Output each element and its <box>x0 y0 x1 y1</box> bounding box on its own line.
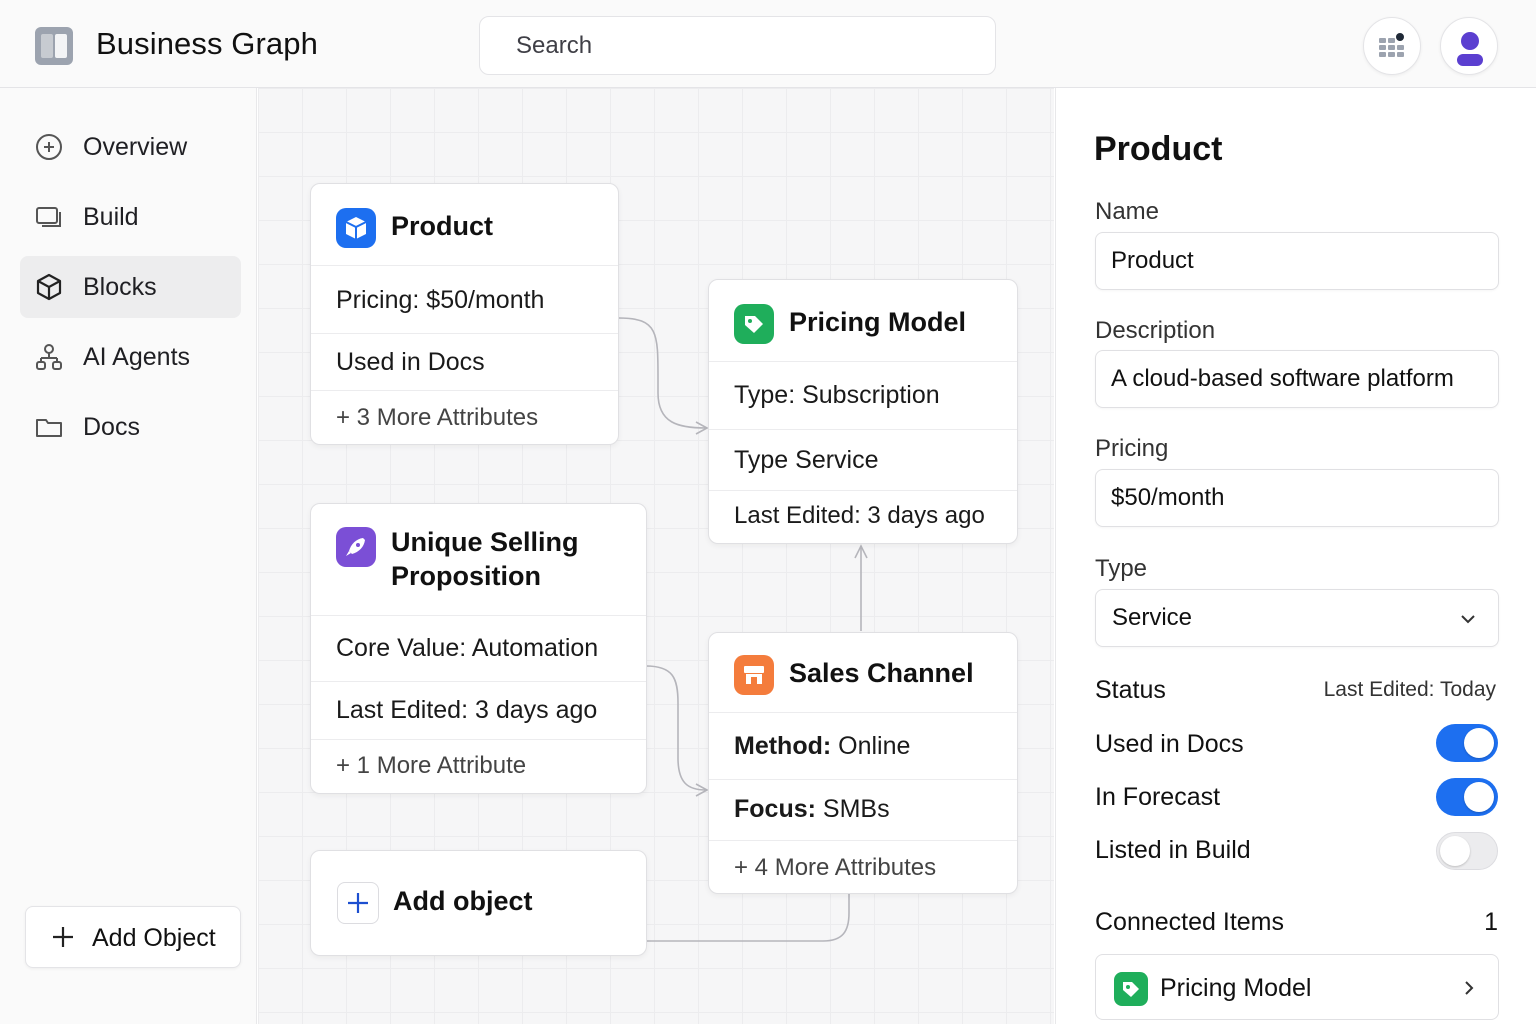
chevron-right-icon <box>1465 981 1474 995</box>
card-attribute: Pricing: $50/month <box>311 266 618 334</box>
properties-panel: Product Name Description Pricing Type Se… <box>1055 88 1536 1024</box>
pricing-model-card[interactable]: Pricing Model Type: Subscription Type Se… <box>708 279 1018 544</box>
description-label: Description <box>1095 317 1216 344</box>
name-field[interactable] <box>1095 232 1499 290</box>
more-attributes-link[interactable]: + 4 More Attributes <box>709 841 1017 893</box>
app-title: Business Graph <box>96 26 318 61</box>
sidebar-item-label: AI Agents <box>83 342 191 371</box>
toggle-label: In Forecast <box>1095 783 1221 811</box>
add-object-button[interactable]: Add Object <box>25 906 241 968</box>
sidebar-item-docs[interactable]: Docs <box>20 396 241 458</box>
card-title: Sales Channel <box>789 658 974 688</box>
product-box-icon <box>336 208 376 248</box>
usp-card[interactable]: Unique Selling Proposition Core Value: A… <box>310 503 647 794</box>
listed-in-build-toggle[interactable] <box>1436 832 1498 870</box>
card-title: Add object <box>393 886 533 916</box>
type-label: Type <box>1095 555 1148 582</box>
product-card[interactable]: Product Pricing: $50/month Used in Docs … <box>310 183 619 445</box>
name-label: Name <box>1095 198 1160 225</box>
card-title: Product <box>391 211 494 241</box>
card-attribute: Focus: SMBs <box>709 780 1017 841</box>
connected-items-label: Connected Items <box>1095 908 1284 936</box>
sidebar: Overview Build Blocks AI Agents Docs Add… <box>0 88 257 1024</box>
pricing-field[interactable] <box>1095 469 1499 527</box>
card-attribute: Last Edited: 3 days ago <box>311 682 646 740</box>
sidebar-item-label: Overview <box>83 132 188 161</box>
card-attribute: Type Service <box>709 430 1017 491</box>
add-plus-button[interactable] <box>337 882 379 924</box>
tag-icon <box>734 304 774 344</box>
apps-grid-button[interactable] <box>1363 17 1421 75</box>
rocket-icon <box>336 527 376 567</box>
sidebar-item-build[interactable]: Build <box>20 186 241 248</box>
toggle-label: Listed in Build <box>1095 836 1251 864</box>
connected-items-count: 1 <box>1484 908 1498 936</box>
top-bar: Business Graph <box>0 0 1536 88</box>
app-logo-icon[interactable] <box>35 27 73 65</box>
tag-icon <box>1114 972 1148 1006</box>
plus-circle-icon <box>36 134 62 160</box>
sidebar-item-ai-agents[interactable]: AI Agents <box>20 326 241 388</box>
status-label: Status <box>1095 676 1166 704</box>
sidebar-item-label: Build <box>83 202 139 231</box>
used-in-docs-toggle[interactable] <box>1436 724 1498 762</box>
card-title: Pricing Model <box>789 307 967 337</box>
toggle-label: Used in Docs <box>1095 730 1244 758</box>
card-attribute: Type: Subscription <box>709 362 1017 430</box>
sidebar-item-label: Blocks <box>83 272 157 301</box>
agents-icon <box>36 344 62 370</box>
description-field[interactable] <box>1095 350 1499 408</box>
chevron-down-icon <box>1461 615 1475 624</box>
pricing-label: Pricing <box>1095 435 1169 462</box>
card-title-line: Unique Selling <box>391 527 579 557</box>
apps-grid-icon <box>1379 33 1404 57</box>
sidebar-item-blocks[interactable]: Blocks <box>20 256 241 318</box>
sidebar-item-overview[interactable]: Overview <box>20 116 241 178</box>
more-attributes-link[interactable]: + 3 More Attributes <box>311 391 618 445</box>
user-avatar-icon <box>1457 32 1483 66</box>
type-select[interactable]: Service <box>1095 589 1499 647</box>
last-edited-text: Last Edited: Today <box>1323 678 1496 701</box>
sidebar-item-label: Docs <box>83 412 140 441</box>
panel-title: Product <box>1094 130 1223 168</box>
more-attributes-link[interactable]: + 1 More Attribute <box>311 740 646 794</box>
in-forecast-toggle[interactable] <box>1436 778 1498 816</box>
search-input[interactable] <box>479 16 996 75</box>
build-icon <box>36 207 61 227</box>
plus-icon <box>348 893 368 913</box>
add-object-card[interactable]: Add object <box>310 850 647 956</box>
sales-channel-card[interactable]: Sales Channel Method: Online Focus: SMBs… <box>708 632 1018 894</box>
cube-icon <box>36 273 62 301</box>
connected-item-pricing-model[interactable]: Pricing Model <box>1095 954 1499 1020</box>
folder-icon <box>36 419 62 437</box>
graph-canvas[interactable]: Product Pricing: $50/month Used in Docs … <box>258 88 1054 1024</box>
card-attribute: Core Value: Automation <box>311 616 646 682</box>
card-attribute: Method: Online <box>709 713 1017 780</box>
plus-icon <box>53 927 73 947</box>
card-attribute: Last Edited: 3 days ago <box>734 502 985 529</box>
user-avatar-button[interactable] <box>1440 17 1498 75</box>
card-attribute: Used in Docs <box>311 334 618 391</box>
card-title-line: Proposition <box>391 561 541 591</box>
storefront-icon <box>734 655 774 695</box>
add-object-label: Add Object <box>92 924 216 952</box>
type-select-value: Service <box>1112 604 1193 631</box>
connected-item-label: Pricing Model <box>1160 974 1312 1002</box>
